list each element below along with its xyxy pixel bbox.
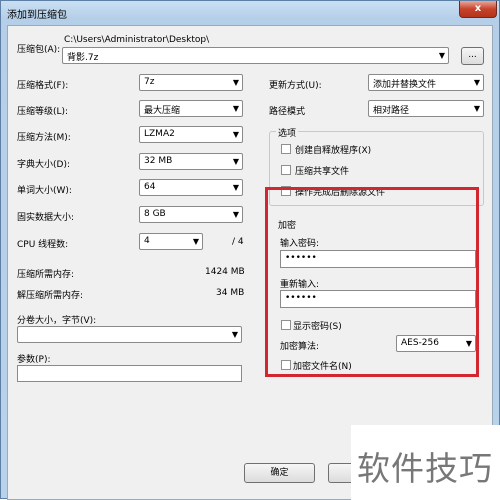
dropdown-arrow-icon: ▼ xyxy=(473,104,480,113)
threads-label: CPU 线程数: xyxy=(17,240,69,250)
archive-directory: C:\Users\Administrator\Desktop\ xyxy=(64,35,210,45)
path-mode-select[interactable]: 相对路径 ▼ xyxy=(368,100,484,117)
title-bar: 添加到压缩包 x xyxy=(1,1,499,23)
shared-label: 压缩共享文件 xyxy=(295,167,350,177)
window-title: 添加到压缩包 xyxy=(7,10,67,21)
dictionary-label: 字典大小(D): xyxy=(17,160,70,170)
dropdown-arrow-icon: ▼ xyxy=(232,183,239,192)
update-mode-label: 更新方式(U): xyxy=(269,81,322,91)
format-label: 压缩格式(F): xyxy=(17,81,69,91)
path-mode-value: 相对路径 xyxy=(373,106,410,116)
split-size-label: 分卷大小，字节(V): xyxy=(17,316,97,326)
path-mode-label: 路径模式 xyxy=(269,107,306,117)
dropdown-arrow-icon: ▼ xyxy=(438,51,445,60)
word-size-label: 单词大小(W): xyxy=(17,186,72,196)
add-to-archive-dialog: 添加到压缩包 x 压缩包(A): C:\Users\Administrator\… xyxy=(0,0,500,500)
level-label: 压缩等级(L): xyxy=(17,107,69,117)
options-title: 选项 xyxy=(276,126,299,139)
sfx-label: 创建自释放程序(X) xyxy=(295,146,372,156)
parameters-label: 参数(P): xyxy=(17,355,51,365)
level-value: 最大压缩 xyxy=(144,106,181,116)
archive-name-value: 背影.7z xyxy=(67,53,99,63)
dictionary-select[interactable]: 32 MB ▼ xyxy=(139,153,243,170)
archive-label: 压缩包(A): xyxy=(17,45,61,55)
encryption-highlight-box xyxy=(265,187,479,377)
word-size-value: 64 xyxy=(144,182,156,192)
update-mode-value: 添加并替换文件 xyxy=(373,80,437,90)
ok-button[interactable]: 确定 xyxy=(244,463,315,483)
dropdown-arrow-icon: ▼ xyxy=(232,104,239,113)
watermark-text: 软件技巧 xyxy=(357,449,493,488)
dictionary-value: 32 MB xyxy=(144,156,173,166)
format-value: 7z xyxy=(144,77,155,87)
sfx-checkbox[interactable] xyxy=(281,144,291,154)
dropdown-arrow-icon: ▼ xyxy=(473,78,480,87)
dropdown-arrow-icon: ▼ xyxy=(232,210,239,219)
word-size-select[interactable]: 64 ▼ xyxy=(139,179,243,196)
threads-max: / 4 xyxy=(232,237,244,247)
solid-size-select[interactable]: 8 GB ▼ xyxy=(139,206,243,223)
threads-select[interactable]: 4 ▼ xyxy=(139,233,203,250)
dropdown-arrow-icon: ▼ xyxy=(192,237,199,246)
method-label: 压缩方法(M): xyxy=(17,133,71,143)
solid-size-label: 固实数据大小: xyxy=(17,213,75,223)
dropdown-arrow-icon: ▼ xyxy=(231,330,238,339)
decompress-memory-value: 34 MB xyxy=(216,288,245,298)
shared-checkbox[interactable] xyxy=(281,165,291,175)
threads-value: 4 xyxy=(144,236,150,246)
method-select[interactable]: LZMA2 ▼ xyxy=(139,126,243,143)
dropdown-arrow-icon: ▼ xyxy=(232,157,239,166)
compress-memory-label: 压缩所需内存: xyxy=(17,270,75,280)
browse-button[interactable]: ... xyxy=(461,47,484,65)
level-select[interactable]: 最大压缩 ▼ xyxy=(139,100,243,117)
format-select[interactable]: 7z ▼ xyxy=(139,74,243,91)
solid-size-value: 8 GB xyxy=(144,209,166,219)
dropdown-arrow-icon: ▼ xyxy=(232,78,239,87)
update-mode-select[interactable]: 添加并替换文件 ▼ xyxy=(368,74,484,91)
parameters-input[interactable] xyxy=(17,365,242,382)
close-button[interactable]: x xyxy=(459,1,497,18)
split-size-combobox[interactable]: ▼ xyxy=(17,326,242,343)
compress-memory-value: 1424 MB xyxy=(205,267,245,277)
archive-name-combobox[interactable]: 背影.7z ▼ xyxy=(62,47,449,64)
decompress-memory-label: 解压缩所需内存: xyxy=(17,291,84,301)
dropdown-arrow-icon: ▼ xyxy=(232,130,239,139)
method-value: LZMA2 xyxy=(144,129,175,139)
